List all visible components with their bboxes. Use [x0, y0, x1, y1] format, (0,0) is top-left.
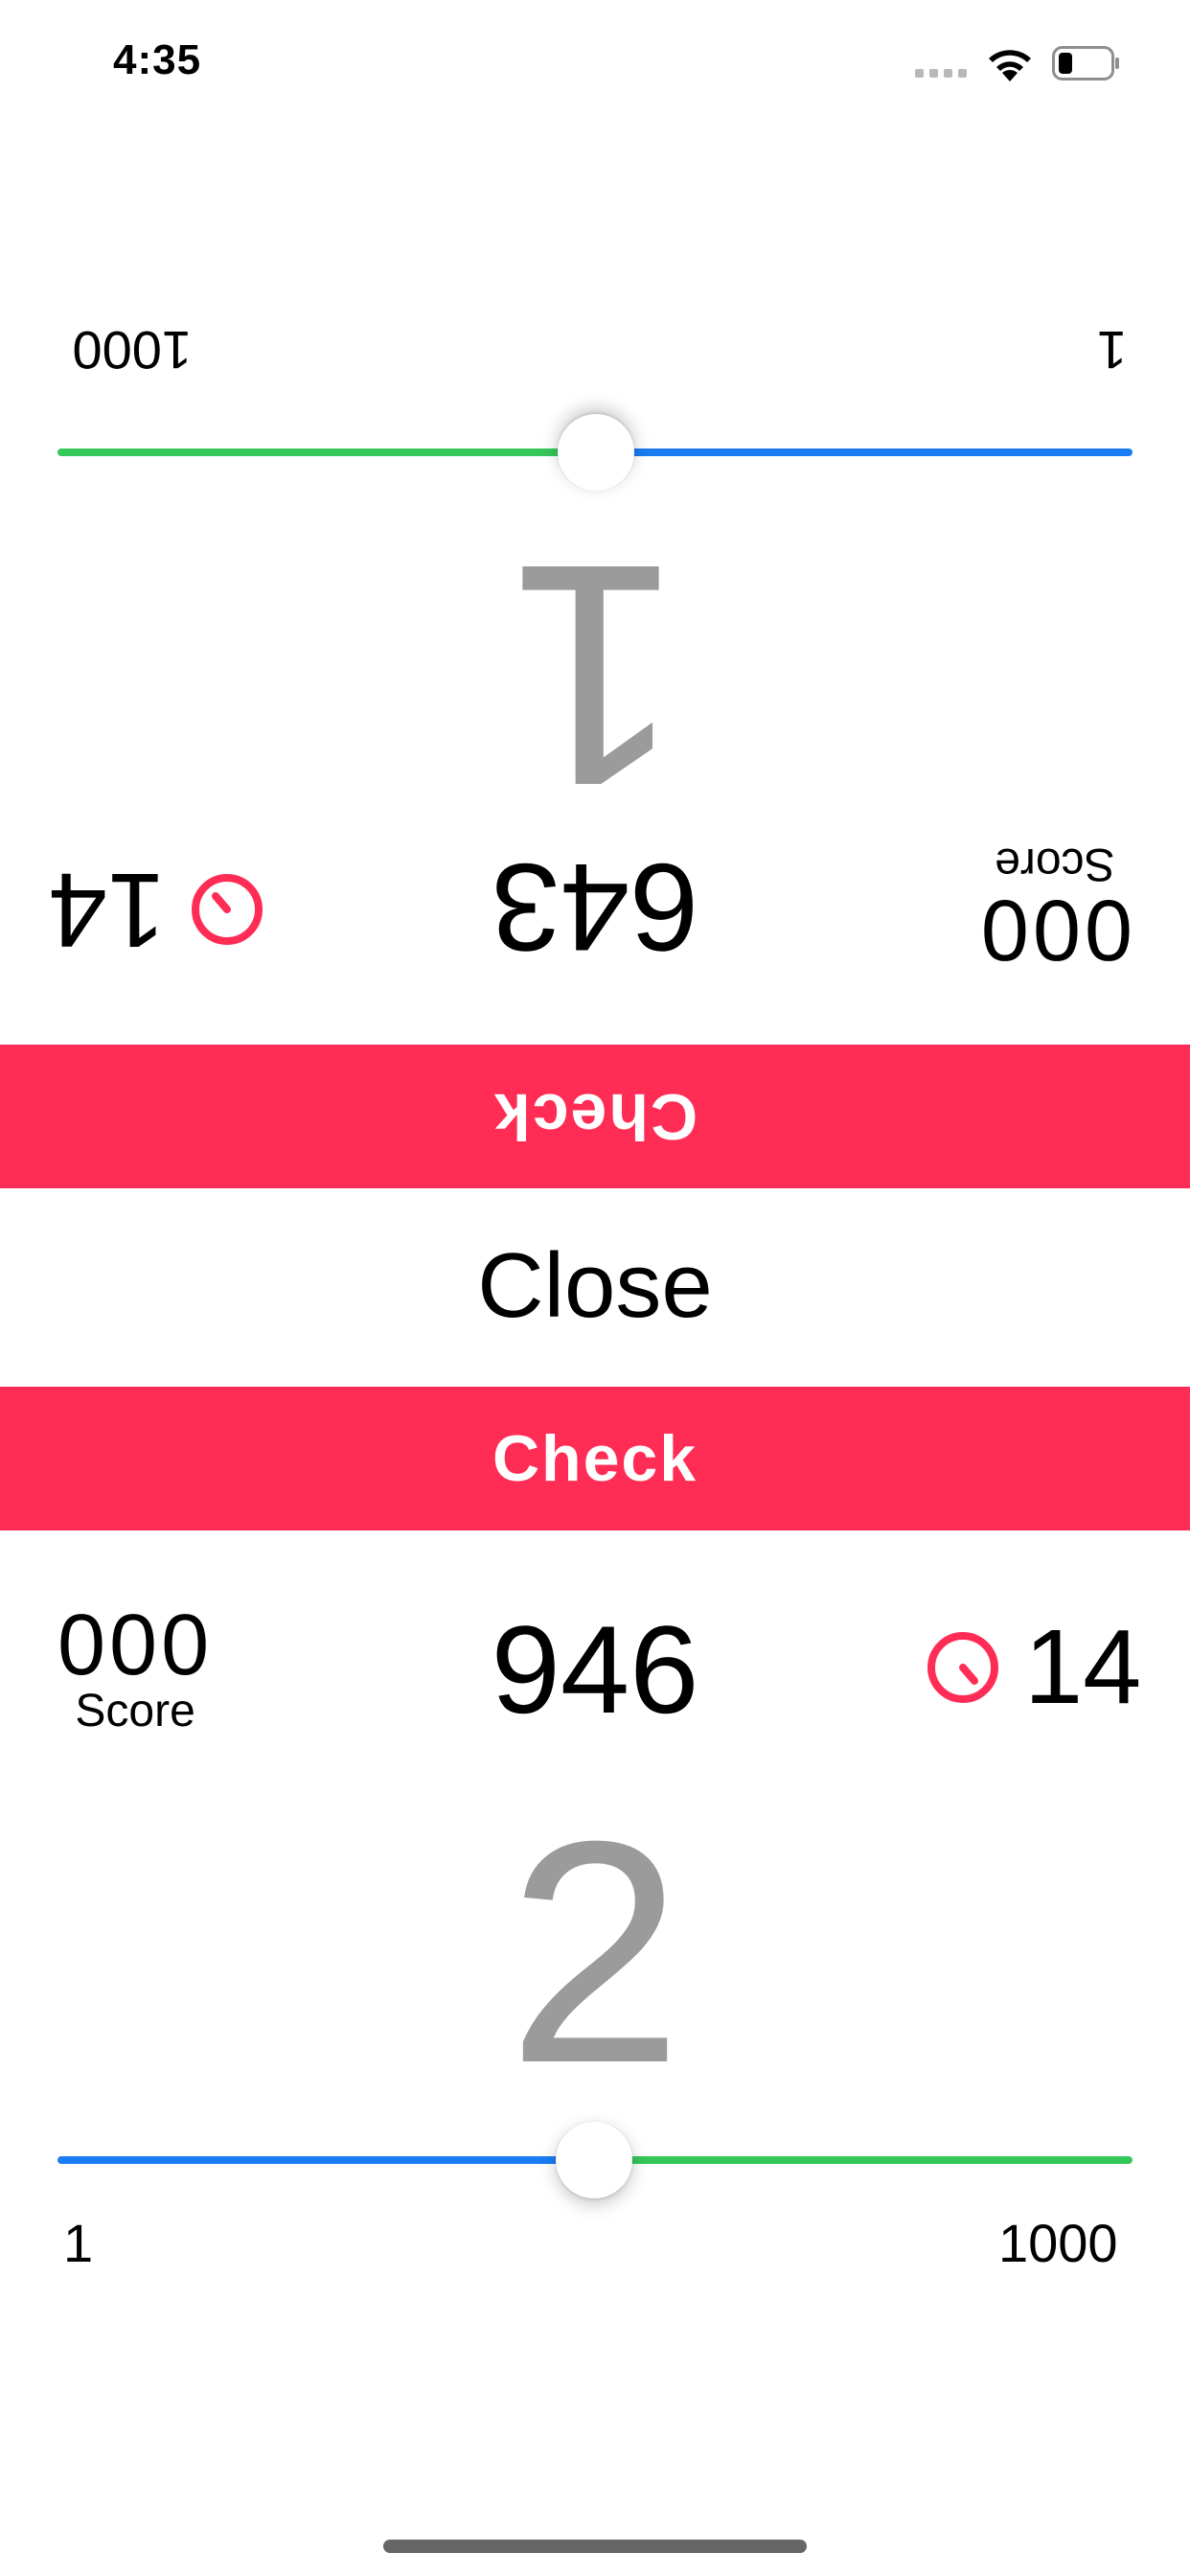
- bottom-score: 000 Score: [57, 1602, 213, 1735]
- battery-icon: [1052, 46, 1119, 80]
- top-timer-icon: [192, 874, 263, 945]
- top-slider[interactable]: [57, 414, 1133, 491]
- top-guess-digit: 1: [507, 499, 683, 853]
- bottom-slider-thumb[interactable]: [556, 2122, 632, 2198]
- bottom-slider-min-label: 1: [63, 2213, 94, 2273]
- bottom-guess-digit: 2: [507, 1775, 683, 2128]
- bottom-slider-track-max: [594, 2156, 1133, 2164]
- wifi-icon: [989, 50, 1031, 81]
- bottom-score-value: 000: [57, 1598, 214, 1693]
- home-indicator[interactable]: [383, 2540, 807, 2553]
- top-score-value: 000: [976, 882, 1133, 978]
- top-score-label: Score: [995, 839, 1115, 889]
- bottom-score-label: Score: [75, 1686, 195, 1736]
- top-player-panel: Check 000 Score 643 14 1 1 1000: [0, 288, 1190, 1188]
- top-slider-track-min: [596, 448, 1133, 456]
- bottom-slider-track-min: [57, 2156, 594, 2164]
- top-slider-max-label: 1000: [72, 320, 192, 380]
- top-slider-min-label: 1: [1096, 320, 1127, 380]
- bottom-check-label: Check: [492, 1422, 698, 1495]
- status-time: 4:35: [113, 36, 202, 83]
- bottom-timer: 14: [925, 1615, 1141, 1720]
- top-slider-track-max: [57, 448, 596, 456]
- bottom-timer-value: 14: [1024, 1608, 1142, 1726]
- top-timer-value: 14: [48, 851, 166, 969]
- top-check-label: Check: [492, 1080, 698, 1153]
- bottom-slider-max-label: 1000: [998, 2213, 1118, 2273]
- top-score: 000 Score: [976, 839, 1133, 978]
- top-target-number: 643: [491, 838, 699, 978]
- bottom-target-number: 946: [491, 1599, 699, 1739]
- top-timer: 14: [48, 851, 265, 969]
- top-slider-thumb[interactable]: [558, 414, 634, 491]
- cellular-signal-icon: [915, 69, 973, 80]
- bottom-check-button[interactable]: Check: [0, 1387, 1190, 1530]
- top-check-button[interactable]: Check: [0, 1045, 1190, 1188]
- bottom-slider[interactable]: [57, 2122, 1133, 2198]
- bottom-timer-icon: [927, 1632, 998, 1703]
- close-button[interactable]: Close: [0, 1185, 1190, 1387]
